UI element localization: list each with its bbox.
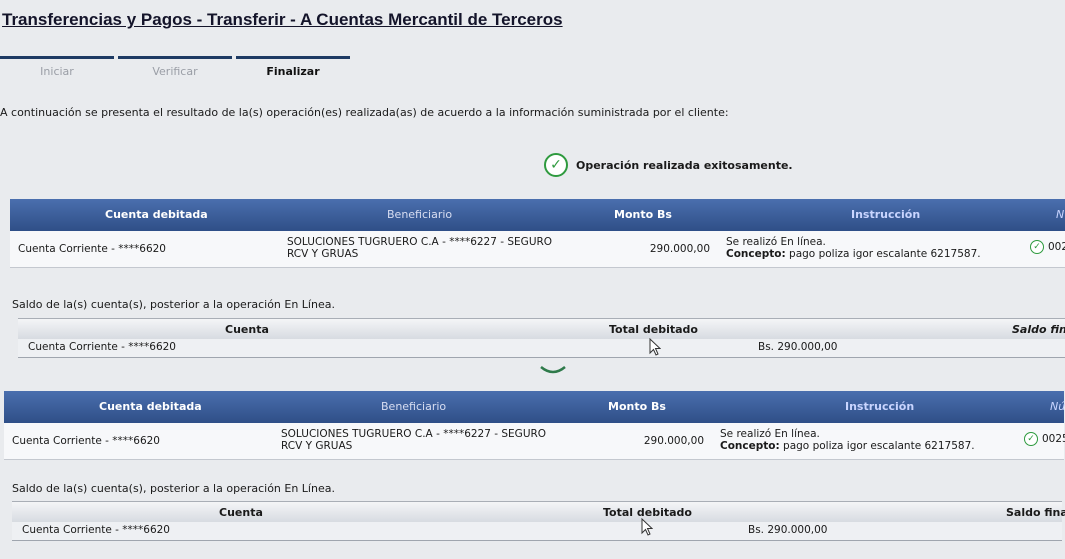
table-row: Cuenta Corriente - ****6620 SOLUCIONES T… [4, 423, 1065, 460]
header-monto: Monto Bs [614, 208, 672, 221]
check-circle-icon: ✓ [544, 153, 568, 177]
total-debitado-cell: Bs. 290.000,00 [748, 524, 828, 536]
beneficiario-cell: SOLUCIONES TUGRUERO C.A - ****6227 - SEG… [287, 236, 553, 248]
referencia-number: 0025 [1042, 433, 1065, 445]
step-iniciar: Iniciar [0, 56, 114, 78]
header-numero: N [1056, 208, 1065, 221]
instruccion-cell: Se realizó En línea. [726, 236, 826, 248]
step-label: Finalizar [266, 65, 320, 78]
operation-table: Cuenta debitada Beneficiario Monto Bs In… [10, 199, 1065, 268]
step-bar [236, 56, 350, 59]
header-cuenta: Cuenta [225, 323, 269, 336]
referencia-cell: ✓ 0025 [1024, 432, 1065, 446]
operation-table: Cuenta debitada Beneficiario Monto Bs In… [4, 391, 1065, 460]
header-instruccion: Instrucción [845, 400, 915, 413]
step-label: Iniciar [40, 65, 74, 78]
saldo-label: Saldo de la(s) cuenta(s), posterior a la… [12, 298, 335, 311]
header-saldo-final: Saldo final [1006, 506, 1065, 519]
cuenta-cell: Cuenta Corriente - ****6620 [22, 524, 170, 536]
balance-table: Cuenta Total debitado Saldo final Cuenta… [18, 318, 1065, 358]
header-beneficiario: Beneficiario [387, 208, 453, 221]
page-title: Transferencias y Pagos - Transferir - A … [2, 10, 563, 29]
beneficiario-cell: SOLUCIONES TUGRUERO C.A - ****6227 - SEG… [281, 428, 547, 440]
referencia-number: 002 [1048, 241, 1065, 253]
success-banner: ✓ Operación realizada exitosamente. [544, 152, 793, 178]
table-row: Cuenta Corriente - ****6620 Bs. 290.000,… [18, 339, 1065, 358]
operation-table-header: Cuenta debitada Beneficiario Monto Bs In… [4, 391, 1065, 423]
beneficiario-cell-line2: RCV Y GRUAS [281, 440, 353, 452]
header-cuenta: Cuenta debitada [105, 208, 208, 221]
header-instruccion: Instrucción [851, 208, 921, 221]
saldo-label: Saldo de la(s) cuenta(s), posterior a la… [12, 482, 335, 495]
step-bar [118, 56, 232, 59]
table-row: Cuenta Corriente - ****6620 Bs. 290.000,… [12, 522, 1062, 541]
concepto-cell: Concepto: pago poliza igor escalante 621… [720, 440, 975, 452]
chevron-down-icon [540, 360, 566, 379]
header-saldo-final: Saldo final [1012, 323, 1065, 336]
balance-table: Cuenta Total debitado Saldo final Cuenta… [12, 501, 1065, 541]
concepto-label: Concepto: [720, 440, 780, 452]
step-bar [0, 56, 114, 59]
header-monto: Monto Bs [608, 400, 666, 413]
monto-cell: 290.000,00 [649, 243, 710, 255]
header-cuenta: Cuenta [219, 506, 263, 519]
check-circle-icon: ✓ [1024, 432, 1038, 446]
intro-text: A continuación se presenta el resultado … [0, 106, 729, 119]
header-total-debitado: Total debitado [609, 323, 698, 336]
monto-cell: 290.000,00 [643, 435, 704, 447]
table-row: Cuenta Corriente - ****6620 SOLUCIONES T… [10, 231, 1065, 268]
concepto-cell: Concepto: pago poliza igor escalante 621… [726, 248, 981, 260]
concepto-text: pago poliza igor escalante 6217587. [779, 440, 975, 452]
success-message: Operación realizada exitosamente. [576, 158, 793, 172]
cuenta-cell: Cuenta Corriente - ****6620 [28, 341, 176, 353]
concepto-text: pago poliza igor escalante 6217587. [785, 248, 981, 260]
balance-table-header: Cuenta Total debitado Saldo final [18, 318, 1065, 339]
instruccion-cell: Se realizó En línea. [720, 428, 820, 440]
step-verificar: Verificar [118, 56, 232, 78]
balance-table-header: Cuenta Total debitado Saldo final [12, 501, 1065, 522]
beneficiario-cell-line2: RCV Y GRUAS [287, 248, 359, 260]
referencia-cell: ✓ 002 [1030, 240, 1065, 254]
header-cuenta: Cuenta debitada [99, 400, 202, 413]
check-circle-icon: ✓ [1030, 240, 1044, 254]
step-label: Verificar [152, 65, 198, 78]
concepto-label: Concepto: [726, 248, 786, 260]
step-finalizar: Finalizar [236, 56, 350, 78]
cuenta-cell: Cuenta Corriente - ****6620 [18, 243, 166, 255]
progress-steps: Iniciar Verificar Finalizar [0, 56, 360, 86]
header-numero: Nú [1050, 400, 1065, 413]
total-debitado-cell: Bs. 290.000,00 [758, 341, 838, 353]
operation-table-header: Cuenta debitada Beneficiario Monto Bs In… [10, 199, 1065, 231]
cuenta-cell: Cuenta Corriente - ****6620 [12, 435, 160, 447]
header-beneficiario: Beneficiario [381, 400, 447, 413]
